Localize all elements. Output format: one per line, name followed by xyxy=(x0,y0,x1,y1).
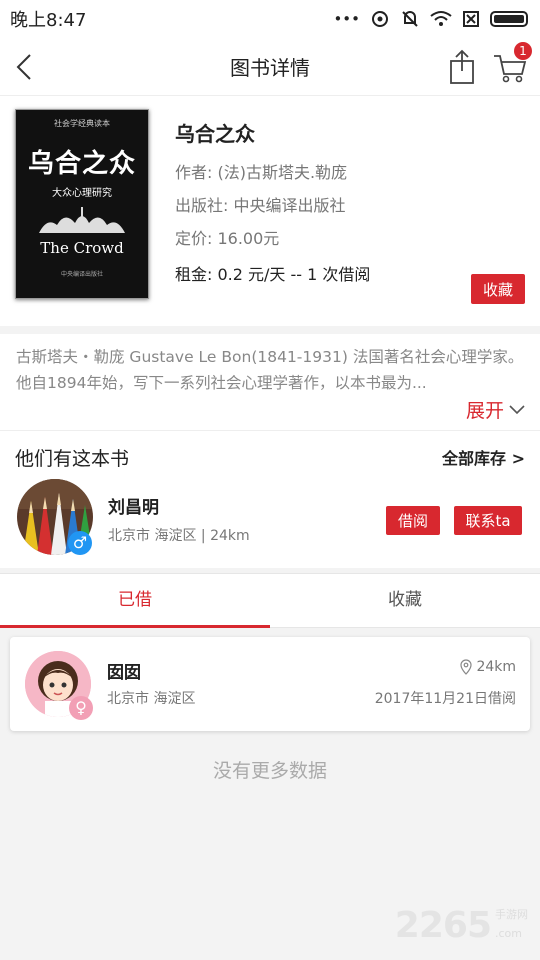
description-text: 古斯塔夫・勒庞 Gustave Le Bon(1841-1931) 法国著名社会… xyxy=(16,348,524,392)
tab-favorites[interactable]: 收藏 xyxy=(270,574,540,627)
borrower-name: 囡囡 xyxy=(107,663,141,683)
expand-button[interactable]: 展开 xyxy=(466,396,526,423)
book-info-section: 社会学经典读本 乌合之众 大众心理研究 The Crowd 中央编译出版社 乌合… xyxy=(0,96,540,326)
watermark-sub-2: .com xyxy=(495,927,522,940)
back-icon[interactable] xyxy=(10,50,40,84)
status-time: 晚上8:47 xyxy=(10,10,87,31)
book-details: 乌合之众 作者: (法)古斯塔夫.勒庞 出版社: 中央编译出版社 定价: 16.… xyxy=(175,118,526,294)
crowd-illustration xyxy=(39,207,125,233)
owners-header: 他们有这本书 全部库存 > xyxy=(0,431,540,473)
cover-publisher: 中央编译出版社 xyxy=(60,271,103,278)
signal-dots-icon: ••• xyxy=(333,10,360,28)
cover-english-title: The Crowd xyxy=(40,239,124,257)
borrower-distance: 24km xyxy=(459,659,516,675)
status-icons: ••• xyxy=(333,9,528,29)
watermark-number: 2265 xyxy=(394,905,492,946)
borrow-button[interactable]: 借阅 xyxy=(386,506,440,535)
site-watermark-logo: 2265 手游网 .com xyxy=(395,905,528,946)
book-publisher: 出版社: 中央编译出版社 xyxy=(175,196,346,215)
status-bar: 晚上8:47 ••• xyxy=(0,0,540,38)
male-gender-icon: ♂ xyxy=(68,531,92,555)
location-pin-icon xyxy=(460,659,473,675)
owner-location: 北京市 海淀区 | 24km xyxy=(108,528,250,544)
expand-label: 展开 xyxy=(465,400,504,422)
book-title: 乌合之众 xyxy=(175,122,255,146)
book-cover[interactable]: 社会学经典读本 乌合之众 大众心理研究 The Crowd 中央编译出版社 xyxy=(15,109,149,299)
watermark-sub: 手游网 .com xyxy=(495,908,528,946)
no-more-data-text: 没有更多数据 xyxy=(212,760,327,782)
contact-button[interactable]: 联系ta xyxy=(454,506,522,535)
description-section: 古斯塔夫・勒庞 Gustave Le Bon(1841-1931) 法国著名社会… xyxy=(0,334,540,430)
favorite-button[interactable]: 收藏 xyxy=(471,274,525,304)
female-gender-icon: ♀ xyxy=(69,696,93,720)
cart-count-badge: 1 xyxy=(514,42,532,60)
borrower-location: 北京市 海淀区 xyxy=(107,691,196,707)
chevron-down-icon xyxy=(509,404,525,414)
battery-icon xyxy=(490,11,528,27)
record-tabs: 已借 收藏 xyxy=(0,573,540,628)
book-price: 定价: 16.00元 xyxy=(175,229,280,248)
cover-series: 社会学经典读本 xyxy=(54,119,110,128)
owner-name: 刘昌明 xyxy=(108,498,159,518)
book-author: 作者: (法)古斯塔夫.勒庞 xyxy=(175,163,348,182)
borrow-record-card[interactable]: ♀ 囡囡 北京市 海淀区 24km 2017年11月21日借阅 xyxy=(10,637,530,731)
borrow-date: 2017年11月21日借阅 xyxy=(374,691,516,707)
distance-value: 24km xyxy=(476,659,516,675)
all-stock-link[interactable]: 全部库存 > xyxy=(442,445,525,469)
cover-subtitle: 大众心理研究 xyxy=(52,188,112,199)
owners-section: 他们有这本书 全部库存 > ♂ 刘昌明 北京市 海淀区 | 24km 借阅 联系… xyxy=(0,430,540,568)
wifi-icon xyxy=(430,11,452,26)
tab-borrowed[interactable]: 已借 xyxy=(0,574,270,628)
hotspot-icon xyxy=(372,11,388,27)
page-title: 图书详情 xyxy=(230,56,310,80)
no-sim-icon xyxy=(463,11,479,27)
share-icon[interactable] xyxy=(448,49,476,85)
watermark-sub-1: 手游网 xyxy=(495,908,528,921)
owners-title: 他们有这本书 xyxy=(15,447,130,470)
mute-icon xyxy=(402,11,418,27)
nav-bar: 图书详情 1 xyxy=(0,38,540,96)
cover-title: 乌合之众 xyxy=(27,149,136,179)
